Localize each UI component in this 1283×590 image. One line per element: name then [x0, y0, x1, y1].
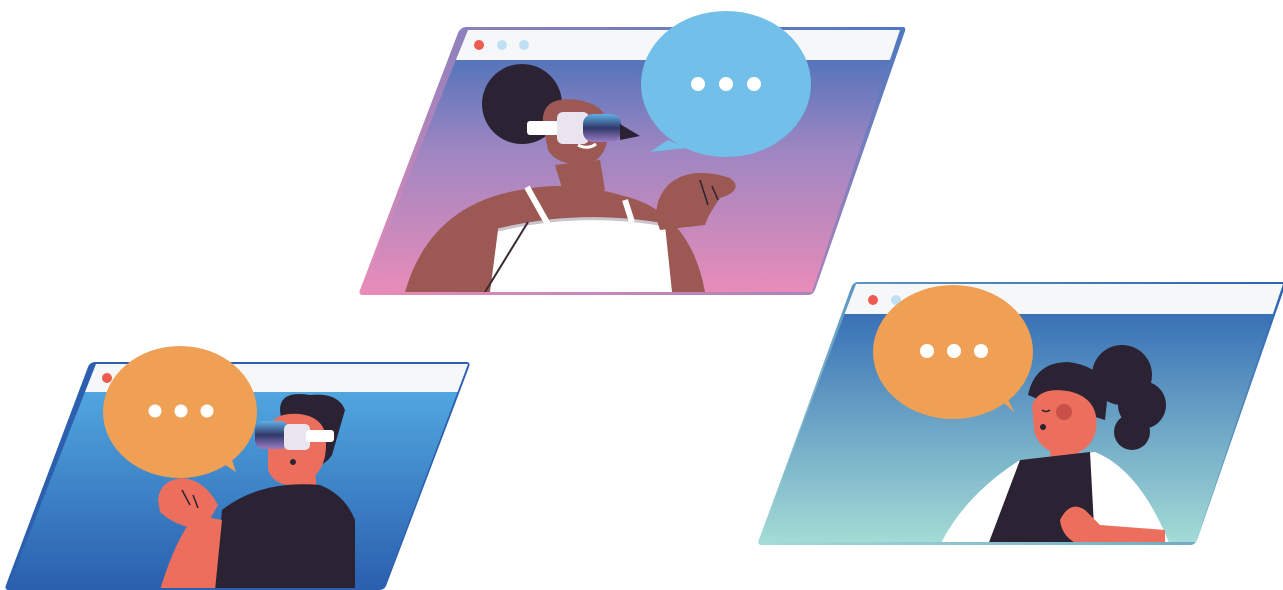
typing-dot — [174, 404, 188, 418]
typing-dot — [719, 77, 733, 91]
speech-bubble-left — [103, 346, 257, 478]
titlebar-dot-close[interactable] — [474, 40, 484, 50]
typing-dot — [747, 77, 761, 91]
window-titlebar — [758, 284, 1283, 314]
typing-dot — [974, 344, 988, 358]
speech-bubble-right — [873, 285, 1033, 419]
typing-dot — [148, 404, 162, 418]
typing-dot — [947, 344, 961, 358]
titlebar-dot-min[interactable] — [497, 40, 507, 50]
titlebar-dot-close[interactable] — [868, 295, 878, 305]
video-call-illustration — [5, 11, 1283, 590]
titlebar-dot-max[interactable] — [519, 40, 529, 50]
video-window-top — [359, 11, 906, 295]
titlebar-dot-close[interactable] — [102, 373, 112, 383]
video-window-left — [5, 346, 470, 590]
typing-dot — [920, 344, 934, 358]
typing-dot — [691, 77, 705, 91]
speech-bubble-top — [641, 11, 811, 157]
video-window-right — [758, 282, 1283, 545]
window-titlebar — [362, 30, 900, 60]
typing-dot — [200, 404, 214, 418]
